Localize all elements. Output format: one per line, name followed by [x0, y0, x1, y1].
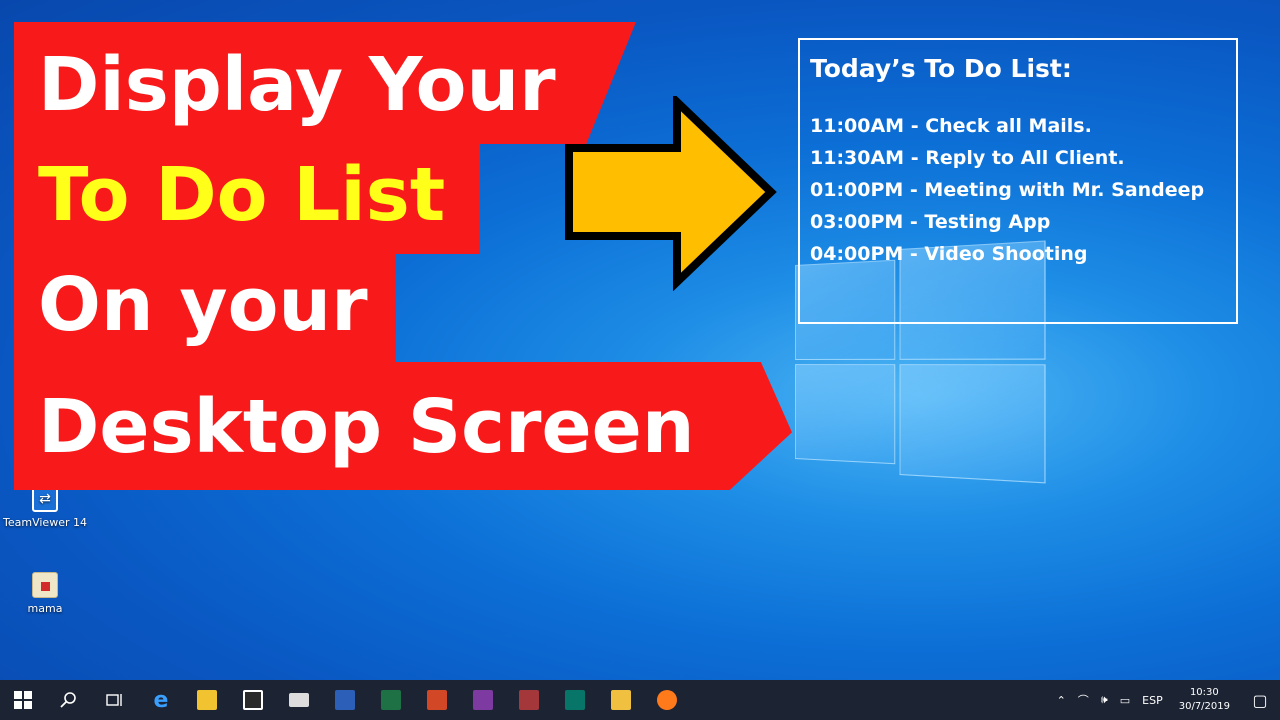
outlook-icon[interactable] — [598, 680, 644, 720]
publisher-icon[interactable] — [552, 680, 598, 720]
desktop-icon-label: TeamViewer 14 — [0, 516, 90, 529]
file-explorer-icon[interactable] — [184, 680, 230, 720]
battery-icon[interactable]: ▭ — [1114, 694, 1136, 707]
todo-item: 03:00PM - Testing App — [810, 211, 1226, 243]
title-banner-line-3: On your — [14, 254, 396, 362]
mail-icon[interactable] — [276, 680, 322, 720]
word-icon[interactable] — [322, 680, 368, 720]
todo-item: 11:00AM - Check all Mails. — [810, 115, 1226, 147]
start-icon[interactable] — [0, 680, 46, 720]
powerpoint-icon[interactable] — [414, 680, 460, 720]
system-tray: ⌃ ⌒ 🕪 ▭ ESP 10:30 30/7/2019 ▢ — [1051, 680, 1280, 720]
volume-icon[interactable]: 🕪 — [1095, 693, 1114, 707]
clock-time: 10:30 — [1179, 686, 1230, 700]
desktop-icon-teamviewer[interactable]: ⇄ TeamViewer 14 — [0, 486, 90, 529]
todo-item: 01:00PM - Meeting with Mr. Sandeep — [810, 179, 1226, 211]
desktop-icon-label: mama — [0, 602, 90, 615]
notifications-icon[interactable]: ▢ — [1240, 680, 1280, 720]
clock-date: 30/7/2019 — [1179, 700, 1230, 714]
chevron-up-icon[interactable]: ⌃ — [1051, 694, 1072, 707]
firefox-icon[interactable] — [644, 680, 690, 720]
todo-list-widget: Today’s To Do List: 11:00AM - Check all … — [798, 38, 1238, 324]
edge-icon[interactable]: e — [138, 680, 184, 720]
todo-item: 04:00PM - Video Shooting — [810, 243, 1226, 275]
right-arrow-icon — [565, 96, 780, 291]
access-icon[interactable] — [506, 680, 552, 720]
title-banner-line-1: Display Your — [14, 22, 636, 144]
store-icon[interactable] — [230, 680, 276, 720]
excel-icon[interactable] — [368, 680, 414, 720]
todo-item: 11:30AM - Reply to All Client. — [810, 147, 1226, 179]
language-indicator[interactable]: ESP — [1136, 694, 1169, 707]
desktop-icon-mama[interactable]: mama — [0, 572, 90, 615]
title-banner-line-4: Desktop Screen — [14, 362, 792, 490]
clock[interactable]: 10:30 30/7/2019 — [1169, 686, 1240, 714]
file-icon — [32, 572, 58, 598]
task-view-icon[interactable] — [92, 680, 138, 720]
title-banner-line-2: To Do List — [14, 144, 480, 254]
todo-title: Today’s To Do List: — [810, 54, 1226, 83]
onenote-icon[interactable] — [460, 680, 506, 720]
network-icon[interactable]: ⌒ — [1072, 692, 1095, 708]
taskbar: e ⌃ ⌒ 🕪 ▭ ESP 10:30 30/7/2019 ▢ — [0, 680, 1280, 720]
search-icon[interactable] — [46, 680, 92, 720]
